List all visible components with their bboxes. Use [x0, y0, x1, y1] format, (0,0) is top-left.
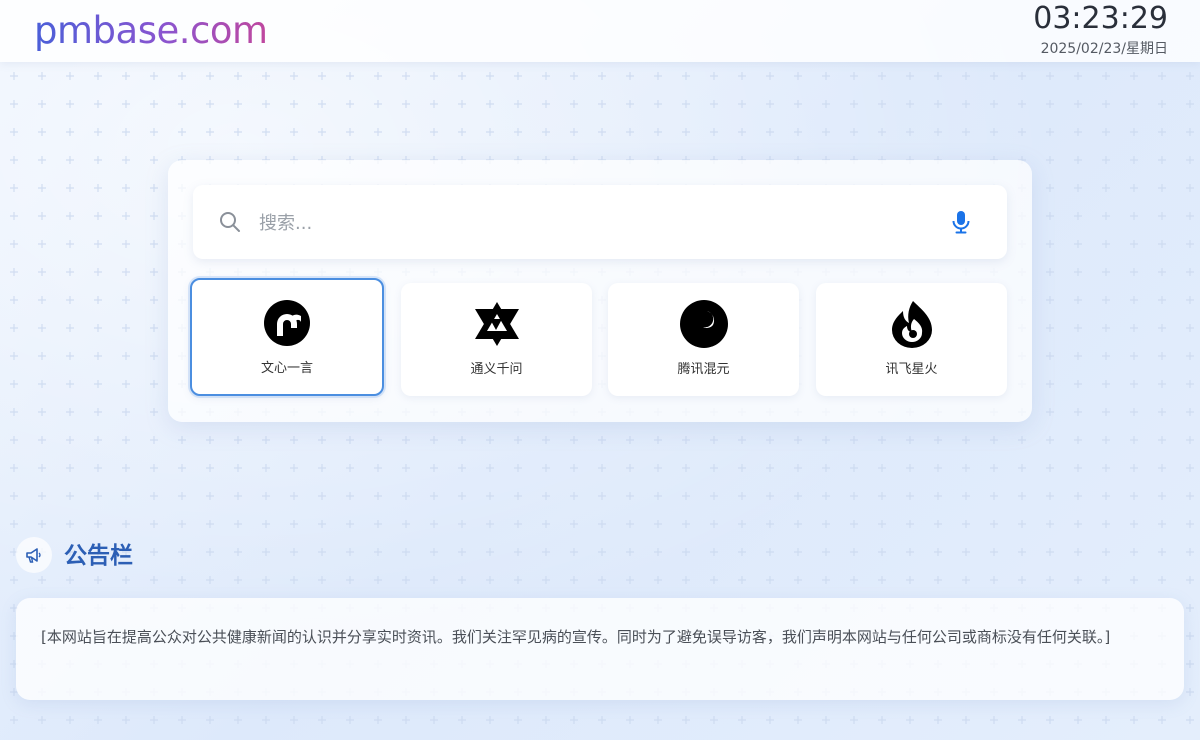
ai-tile-label: 讯飞星火	[885, 362, 938, 377]
notice-card: [本网站旨在提高公众对公共健康新闻的认识并分享实时资讯。我们关注罕见病的宣传。同…	[16, 598, 1184, 700]
tongyi-icon	[474, 302, 519, 346]
ai-tile-tongyi[interactable]: 通义千问	[401, 283, 592, 396]
ai-tile-label: 腾讯混元	[677, 362, 730, 377]
ai-tile-xinghuo[interactable]: 讯飞星火	[816, 283, 1007, 396]
site-logo[interactable]: pmbase.com	[34, 8, 268, 54]
ai-tile-label: 通义千问	[470, 362, 523, 377]
microphone-icon[interactable]	[951, 210, 971, 234]
notice-title: 公告栏	[64, 543, 133, 569]
wenxin-icon	[264, 300, 310, 346]
notice-text: [本网站旨在提高公众对公共健康新闻的认识并分享实时资讯。我们关注罕见病的宣传。同…	[41, 628, 1111, 646]
search-input[interactable]	[257, 203, 921, 243]
clock-time: 03:23:29	[1033, 1, 1168, 36]
top-header: pmbase.com 03:23:29 2025/02/23/星期日	[0, 0, 1200, 62]
clock-date: 2025/02/23/星期日	[1040, 41, 1168, 57]
xinghuo-icon	[891, 301, 932, 348]
search-icon	[220, 212, 240, 232]
search-bar[interactable]	[193, 185, 1007, 259]
hunyuan-icon	[679, 300, 728, 348]
search-panel: 文心一言 通义千问 腾讯混元 讯飞星火	[168, 160, 1032, 422]
ai-tile-wenxin[interactable]: 文心一言	[190, 278, 384, 396]
megaphone-icon	[16, 537, 52, 573]
ai-tile-hunyuan[interactable]: 腾讯混元	[608, 283, 799, 396]
ai-tile-label: 文心一言	[260, 361, 313, 376]
